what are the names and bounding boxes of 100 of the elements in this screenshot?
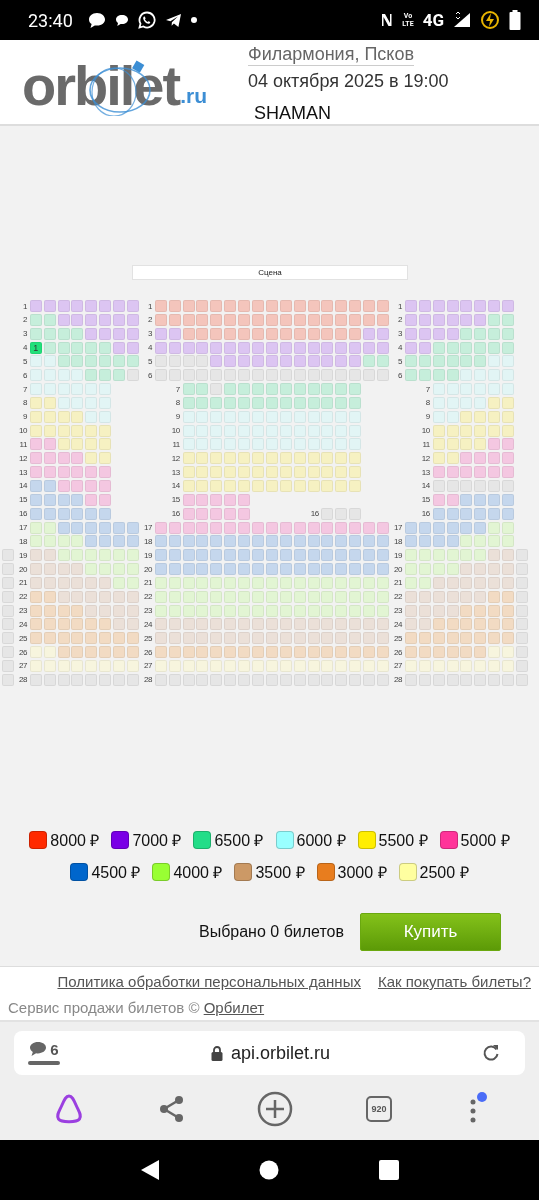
- row-number: 26: [18, 646, 28, 659]
- row-number: 27: [18, 660, 28, 672]
- row-number: 1: [397, 300, 403, 312]
- row-number: 27: [143, 660, 153, 672]
- price-label: 8000 ₽: [50, 830, 100, 851]
- row-number: 3: [397, 328, 403, 340]
- row-number: 28: [18, 674, 28, 686]
- copyright-text: Сервис продажи билетов © Орбилет: [7, 998, 266, 1016]
- price-label: 6000 ₽: [296, 830, 346, 851]
- row-number: 23: [143, 605, 153, 617]
- row-number: 6: [397, 369, 403, 382]
- price-label: 3000 ₽: [337, 862, 387, 883]
- row-number: 20: [393, 563, 403, 576]
- price-label: 5500 ₽: [378, 830, 428, 851]
- stage: Сцена: [132, 265, 408, 280]
- row-number: 9: [174, 411, 181, 423]
- row-number: 2: [146, 314, 153, 326]
- row-number: 12: [170, 452, 181, 465]
- row-number: 22: [18, 591, 28, 603]
- ticket-count: Выбрано 0 билетов: [199, 922, 344, 941]
- row-number: 8: [21, 397, 28, 409]
- footer-link[interactable]: Политика обработки персональных данных: [57, 973, 361, 990]
- price-label: 6500 ₽: [214, 830, 264, 851]
- row-number: 13: [18, 466, 28, 479]
- row-number: 3: [146, 328, 153, 340]
- row-number: 18: [143, 535, 153, 548]
- row-number: 11: [171, 438, 181, 451]
- row-number: 18: [18, 535, 28, 548]
- row-number: 21: [393, 577, 403, 589]
- row-number: 21: [18, 577, 28, 589]
- row-number: 13: [420, 466, 431, 479]
- row-number: 19: [393, 549, 403, 562]
- row-number: 12: [18, 452, 28, 465]
- row-number: 23: [393, 605, 403, 617]
- row-number: 20: [143, 563, 153, 576]
- row-number: 6: [146, 369, 153, 382]
- row-number: 1: [146, 300, 153, 312]
- row-number: 10: [18, 425, 28, 437]
- price-label: 5000 ₽: [460, 830, 510, 851]
- row-number: 3: [21, 328, 28, 340]
- row-number: 10: [420, 425, 431, 437]
- row-number: 5: [397, 355, 403, 368]
- row-number: 24: [18, 618, 28, 631]
- row-number: 6: [21, 369, 28, 382]
- row-number: 12: [420, 452, 431, 465]
- row-number: 16: [18, 508, 28, 520]
- row-number: 9: [424, 411, 431, 423]
- clock: 23:40: [28, 9, 73, 31]
- row-number: 19: [18, 549, 28, 562]
- row-number: 26: [143, 646, 153, 659]
- row-number: 15: [18, 494, 28, 506]
- network-type: 4G: [422, 10, 444, 30]
- row-number: 11: [421, 438, 431, 451]
- row-number: 15: [170, 494, 181, 506]
- address-bar[interactable]: 6 api.orbilet.ru: [14, 1031, 525, 1075]
- row-number: 17: [393, 522, 403, 534]
- row-number: 16: [309, 508, 320, 520]
- seat[interactable]: 1: [29, 341, 42, 354]
- row-number: 11: [18, 438, 28, 451]
- row-number: 24: [143, 618, 153, 631]
- row-number: 15: [420, 494, 431, 506]
- event-date: 04 октября 2025 в 19:00: [248, 70, 449, 92]
- footer-link[interactable]: Как покупать билеты?: [377, 973, 531, 990]
- row-number: 19: [143, 549, 153, 562]
- row-number: 4: [21, 342, 28, 354]
- row-number: 16: [420, 508, 431, 520]
- row-number: 9: [21, 411, 28, 423]
- row-number: 2: [21, 314, 28, 326]
- price-label: 4000 ₽: [173, 862, 223, 883]
- row-number: 24: [393, 618, 403, 631]
- row-number: 2: [397, 314, 403, 326]
- row-number: 28: [393, 674, 403, 686]
- row-number: 7: [174, 383, 181, 396]
- tabs-button[interactable]: 920: [366, 1096, 393, 1122]
- event-title: SHAMAN: [254, 102, 332, 124]
- row-number: 25: [393, 632, 403, 645]
- url-text: api.orbilet.ru: [230, 1042, 331, 1064]
- row-number: 17: [18, 522, 28, 534]
- row-number: 25: [143, 632, 153, 645]
- orbilet-link[interactable]: Орбилет: [203, 999, 265, 1016]
- row-number: 18: [393, 535, 403, 548]
- comments-button[interactable]: 6: [28, 1041, 60, 1065]
- row-number: 8: [424, 397, 431, 409]
- row-number: 5: [146, 355, 153, 368]
- row-number: 7: [21, 383, 28, 396]
- row-number: 16: [170, 508, 181, 520]
- row-number: 13: [170, 466, 181, 479]
- row-number: 4: [146, 342, 153, 354]
- row-number: 25: [18, 632, 28, 645]
- venue-link[interactable]: Филармония, Псков: [248, 43, 414, 66]
- row-number: 17: [143, 522, 153, 534]
- row-number: 22: [393, 591, 403, 603]
- row-number: 4: [397, 342, 403, 354]
- row-number: 7: [424, 383, 431, 396]
- row-number: 14: [420, 480, 431, 492]
- row-number: 14: [18, 480, 28, 492]
- row-number: 23: [18, 605, 28, 617]
- row-number: 1: [21, 300, 28, 312]
- row-number: 26: [393, 646, 403, 659]
- price-label: 3500 ₽: [255, 862, 305, 883]
